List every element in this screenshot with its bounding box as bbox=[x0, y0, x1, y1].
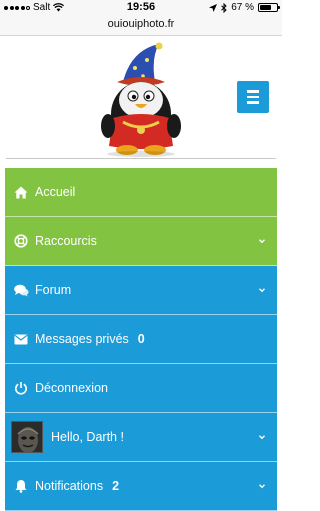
bell-icon bbox=[13, 478, 29, 494]
nav-item-label-group: Notifications 2 bbox=[35, 479, 119, 493]
status-bar: Salt 19:56 67 % bbox=[0, 0, 282, 16]
nav-item-label-group: Messages privés 0 bbox=[35, 332, 145, 346]
penguin-wizard-logo[interactable] bbox=[93, 42, 189, 158]
chevron-down-icon[interactable] bbox=[257, 236, 267, 246]
battery-percent: 67 % bbox=[231, 2, 254, 13]
hamburger-icon-bar bbox=[247, 95, 259, 99]
chevron-down-icon[interactable] bbox=[257, 481, 267, 491]
nav-item-user-account[interactable]: Hello, Darth ! bbox=[5, 413, 277, 462]
nav-item-label: Accueil bbox=[35, 185, 76, 199]
chevron-down-icon[interactable] bbox=[257, 432, 267, 442]
messages-count-badge: 0 bbox=[137, 332, 145, 346]
battery-icon bbox=[258, 3, 280, 12]
nav-item-messages-prives[interactable]: Messages privés 0 bbox=[5, 315, 277, 364]
envelope-icon bbox=[13, 331, 29, 347]
nav-item-notifications[interactable]: Notifications 2 bbox=[5, 462, 277, 511]
nav-item-label: Raccourcis bbox=[35, 234, 97, 248]
nav-item-accueil[interactable]: Accueil bbox=[5, 168, 277, 217]
hamburger-icon-bar bbox=[247, 90, 259, 93]
site-header bbox=[0, 36, 282, 160]
location-arrow-icon bbox=[209, 3, 218, 12]
address-bar[interactable]: ouiouiphoto.fr bbox=[0, 16, 282, 36]
comments-icon bbox=[13, 282, 29, 298]
nav-item-label: Messages privés bbox=[35, 332, 129, 346]
nav-item-raccourcis[interactable]: Raccourcis bbox=[5, 217, 277, 266]
lifebuoy-icon bbox=[13, 233, 29, 249]
nav-item-label: Hello, Darth ! bbox=[51, 430, 124, 444]
main-nav: Accueil Raccourcis Forum Messages privés… bbox=[5, 168, 277, 511]
nav-item-label: Forum bbox=[35, 283, 72, 297]
chevron-down-icon[interactable] bbox=[257, 285, 267, 295]
nav-item-forum[interactable]: Forum bbox=[5, 266, 277, 315]
nav-item-deconnexion[interactable]: Déconnexion bbox=[5, 364, 277, 413]
notifications-count-badge: 2 bbox=[112, 479, 120, 493]
home-icon bbox=[13, 184, 29, 200]
avatar bbox=[11, 421, 43, 453]
nav-item-label: Notifications bbox=[35, 479, 104, 493]
hamburger-icon-bar bbox=[247, 101, 259, 104]
power-icon bbox=[13, 380, 29, 396]
url-text: ouiouiphoto.fr bbox=[107, 18, 175, 30]
status-right-group: 67 % bbox=[209, 2, 280, 13]
header-divider bbox=[6, 158, 276, 159]
bluetooth-icon bbox=[221, 2, 227, 13]
nav-item-label: Déconnexion bbox=[35, 381, 108, 395]
hamburger-menu-button[interactable] bbox=[237, 81, 269, 113]
